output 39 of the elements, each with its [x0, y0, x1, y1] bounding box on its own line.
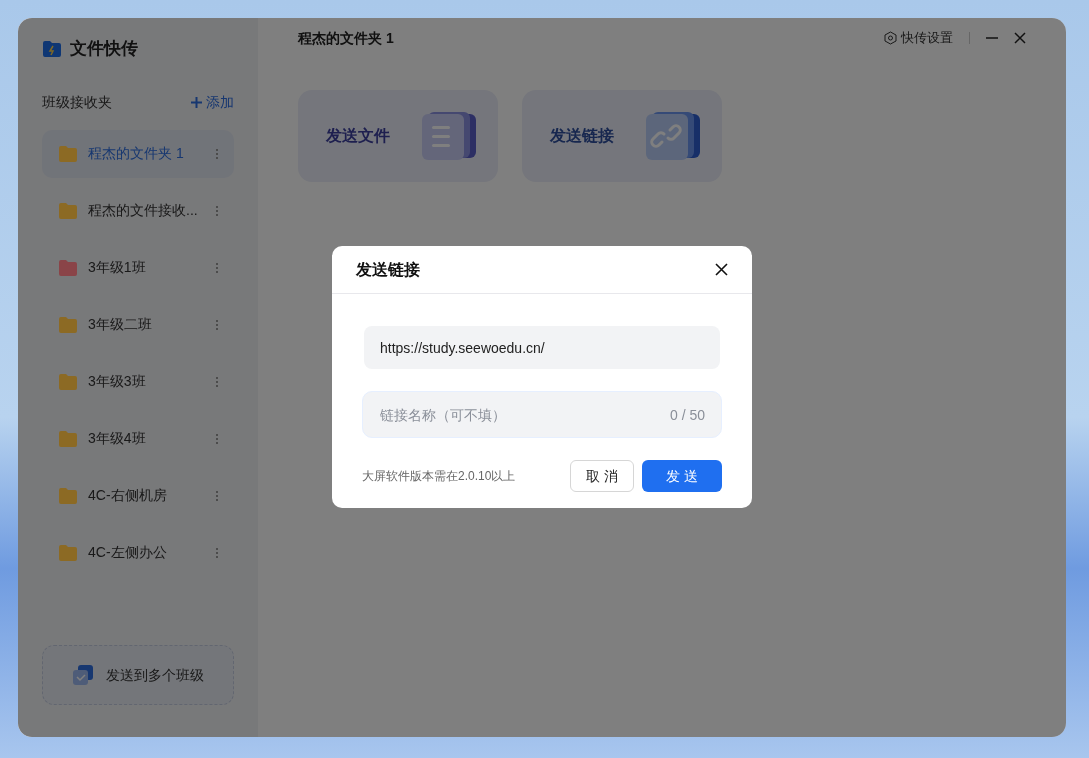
folder-item[interactable]: 3年级3班	[42, 357, 234, 406]
folder-item[interactable]: 3年级二班	[42, 300, 234, 349]
folder-name: 4C-左侧办公	[88, 543, 168, 562]
action-card[interactable]: 发送链接	[522, 90, 722, 182]
plus-icon	[191, 96, 202, 108]
dialog-title: 发送链接	[356, 259, 420, 280]
action-card[interactable]: 发送文件	[298, 90, 498, 182]
close-icon[interactable]	[715, 263, 728, 276]
folder-item[interactable]: 3年级1班	[42, 243, 234, 292]
version-note: 大屏软件版本需在2.0.10以上	[362, 468, 517, 485]
folder-icon	[42, 39, 62, 58]
folder-name: 4C-右侧机房	[88, 486, 168, 505]
send-button[interactable]: 发 送	[642, 460, 722, 492]
cancel-button[interactable]: 取 消	[570, 460, 634, 492]
settings-icon	[884, 31, 897, 45]
character-counter: 0 / 50	[669, 406, 705, 425]
folder-item[interactable]: 3年级4班	[42, 414, 234, 463]
folder-item[interactable]: 4C-右侧机房	[42, 471, 234, 520]
folder-item[interactable]: 程杰的文件夹 1	[42, 129, 234, 178]
action-label: 发送链接	[550, 126, 614, 146]
folder-name: 3年级二班	[88, 315, 153, 334]
document-stack-icon	[420, 110, 478, 162]
action-label: 发送文件	[326, 126, 390, 146]
section-heading: 班级接收夹	[42, 92, 112, 112]
add-button[interactable]: 添加	[191, 91, 234, 113]
folder-title: 程杰的文件夹 1	[298, 28, 394, 48]
settings-button[interactable]: 快传设置	[884, 28, 953, 48]
folder-item[interactable]: 4C-左侧办公	[42, 528, 234, 577]
multi-send-button[interactable]: 发送到多个班级	[42, 645, 234, 705]
app-title: 文件快传	[70, 38, 138, 60]
checkbox-stack-icon	[72, 664, 94, 686]
folder-name: 程杰的文件夹 1	[88, 144, 185, 163]
folder-name: 3年级3班	[88, 372, 147, 391]
folder-name: 3年级4班	[88, 429, 147, 448]
folder-item[interactable]: 程杰的文件接收...	[42, 186, 234, 235]
folder-name: 3年级1班	[88, 258, 147, 277]
link-stack-icon	[644, 110, 702, 162]
folder-name: 程杰的文件接收...	[88, 201, 199, 220]
url-field[interactable]: https://study.seewoedu.cn/	[364, 326, 720, 369]
